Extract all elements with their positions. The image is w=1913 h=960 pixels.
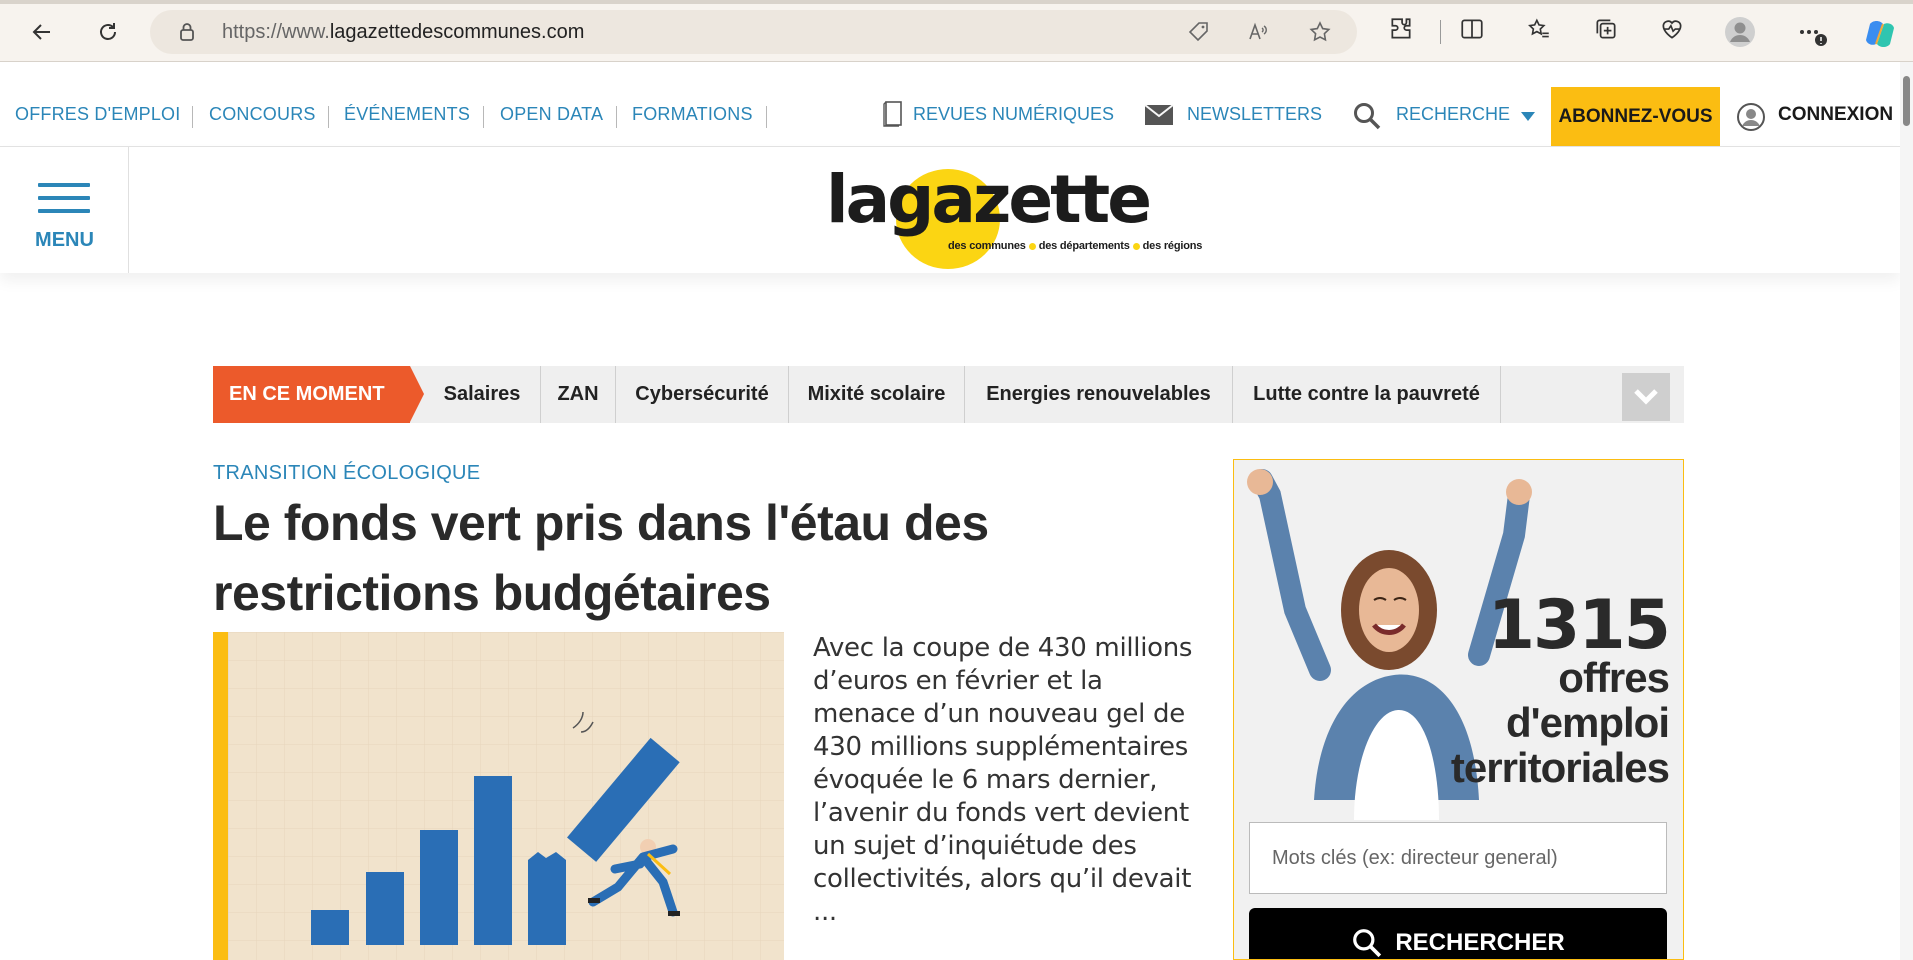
trending-tag-zan[interactable]: ZAN [541,366,616,423]
trending-expand-button[interactable] [1622,373,1670,421]
jobs-search-field[interactable] [1249,822,1667,894]
article-headline[interactable]: Le fonds vert pris dans l'étau des restr… [213,488,1213,628]
profile-avatar-icon[interactable] [1724,16,1756,48]
scrollbar-thumb[interactable] [1903,76,1910,126]
reload-button[interactable] [90,14,126,50]
page-scrollbar[interactable] [1900,62,1913,960]
url-text[interactable]: https://www.lagazettedescommunes.com [222,21,584,44]
split-screen-icon[interactable] [1456,16,1488,48]
trending-tag-mixite-scolaire[interactable]: Mixité scolaire [789,366,965,423]
nav-separator [616,106,617,128]
nav-separator [483,106,484,128]
logo-tagline-regions: des régions [1142,240,1203,252]
toolbar-separator [1440,20,1441,44]
nav-concours[interactable]: CONCOURS [209,104,316,125]
trending-tag-energies-renouvelables[interactable]: Energies renouvelables [965,366,1233,423]
back-arrow-icon [32,24,50,40]
nav-formations[interactable]: FORMATIONS [632,104,753,125]
bar-chart-illustration [228,632,784,960]
envelope-icon [1144,104,1174,125]
url-prefix: https://www. [222,21,330,43]
nav-separator [328,106,329,128]
lock-icon[interactable] [176,21,198,43]
nav-open-data[interactable]: OPEN DATA [500,104,603,125]
nav-separator [192,106,193,128]
user-icon[interactable] [1736,102,1766,132]
nav-newsletters[interactable]: NEWSLETTERS [1187,104,1322,125]
more-options-icon[interactable] [1796,16,1828,48]
site-logo[interactable]: lagazette des communes des départements de… [824,161,1204,271]
logo-wordmark: lagazette [826,161,1152,238]
trending-tag-salaires[interactable]: Salaires [424,366,541,423]
chevron-down-icon[interactable] [1521,112,1535,122]
nav-revues-numeriques[interactable]: REVUES NUMÉRIQUES [913,104,1114,125]
menu-button[interactable]: MENU [0,147,129,273]
logo-tagline-departements: des départements [1038,240,1130,252]
jobs-widget: 1315 offres d'emploi territoriales RECHE… [1233,459,1684,960]
article-excerpt[interactable]: Avec la coupe de 430 millions d’euros en… [813,632,1203,929]
tab-strip [0,0,1913,4]
favorites-icon[interactable] [1523,16,1555,48]
book-icon [883,101,902,127]
trending-tag-cybersecurite[interactable]: Cybersécurité [616,366,789,423]
nav-offres-emploi[interactable]: OFFRES D'EMPLOI [15,104,180,125]
subscribe-button[interactable]: ABONNEZ-VOUS [1551,87,1720,147]
tag-icon[interactable] [1187,20,1211,44]
extensions-icon[interactable] [1385,16,1417,48]
copilot-icon[interactable] [1862,16,1894,48]
article-image[interactable] [213,632,784,960]
menu-label: MENU [35,229,94,251]
article-category[interactable]: TRANSITION ÉCOLOGIQUE [213,462,480,485]
trending-tag-lutte-pauvrete[interactable]: Lutte contre la pauvreté [1233,366,1501,423]
nav-recherche[interactable]: RECHERCHE [1396,104,1510,125]
jobs-search-input[interactable] [1250,823,1666,893]
favorite-star-icon[interactable] [1308,20,1332,44]
address-bar[interactable]: https://www.lagazettedescommunes.com [150,10,1357,54]
search-icon [1353,929,1382,958]
login-link[interactable]: CONNEXION [1778,104,1893,126]
site-header: MENU lagazette des communes des départeme… [0,147,1900,273]
jobs-label: offres d'emploi territoriales [1450,654,1670,791]
jobs-search-button-label: RECHERCHER [1395,929,1565,956]
trending-label: EN CE MOMENT [213,366,424,423]
read-aloud-icon[interactable] [1246,20,1270,44]
logo-tagline: des communes des départements des régions [948,240,1202,252]
chevron-down-icon [1634,389,1658,405]
jobs-search-button[interactable]: RECHERCHER [1249,908,1667,959]
back-button[interactable] [24,14,60,50]
nav-evenements[interactable]: ÉVÉNEMENTS [344,104,470,125]
browser-toolbar: https://www.lagazettedescommunes.com [0,0,1913,62]
trending-bar: EN CE MOMENT Salaires ZAN Cybersécurité … [213,366,1684,423]
nav-separator [766,106,767,128]
browser-essentials-icon[interactable] [1656,16,1688,48]
hamburger-icon [38,183,90,215]
search-icon [1354,103,1381,130]
logo-tagline-communes: des communes [948,240,1026,252]
reload-icon [100,23,116,40]
url-domain: lagazettedescommunes.com [329,21,585,43]
collections-icon[interactable] [1590,16,1622,48]
